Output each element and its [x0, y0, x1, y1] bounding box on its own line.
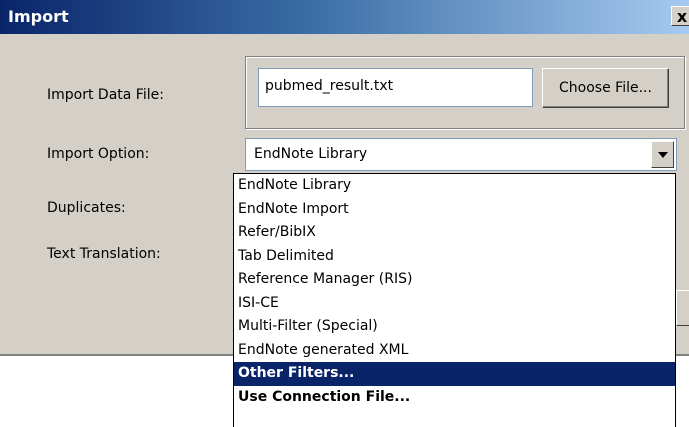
dropdown-item-reference-manager-ris[interactable]: Reference Manager (RIS) — [234, 268, 675, 292]
import-file-input[interactable]: pubmed_result.txt — [258, 68, 533, 107]
dropdown-item-refer-bibix[interactable]: Refer/BibIX — [234, 221, 675, 245]
dropdown-item-tab-delimited[interactable]: Tab Delimited — [234, 245, 675, 269]
partially-hidden-button[interactable] — [676, 290, 689, 326]
text-translation-label: Text Translation: — [47, 246, 161, 262]
import-option-dropdown-list: EndNote Library EndNote Import Refer/Bib… — [233, 173, 676, 427]
choose-file-button[interactable]: Choose File... — [542, 68, 669, 108]
dropdown-item-endnote-import[interactable]: EndNote Import — [234, 198, 675, 222]
dropdown-item-use-connection-file[interactable]: Use Connection File... — [234, 386, 675, 410]
close-icon: x — [676, 7, 688, 26]
dropdown-item-other-filters[interactable]: Other Filters... — [234, 362, 675, 386]
import-option-value: EndNote Library — [254, 146, 368, 162]
dropdown-button[interactable] — [651, 141, 674, 168]
close-button[interactable]: x — [671, 6, 689, 26]
title-bar[interactable]: Import x — [0, 0, 689, 34]
chevron-down-icon — [657, 151, 668, 158]
import-data-file-label: Import Data File: — [47, 87, 164, 103]
dialog-title: Import — [8, 7, 69, 26]
import-option-label: Import Option: — [47, 146, 150, 162]
import-option-select[interactable]: EndNote Library — [245, 138, 677, 171]
dropdown-item-endnote-library[interactable]: EndNote Library — [234, 174, 675, 198]
dropdown-item-endnote-xml[interactable]: EndNote generated XML — [234, 339, 675, 363]
duplicates-label: Duplicates: — [47, 200, 126, 216]
dropdown-item-isi-ce[interactable]: ISI-CE — [234, 292, 675, 316]
dropdown-item-multi-filter[interactable]: Multi-Filter (Special) — [234, 315, 675, 339]
